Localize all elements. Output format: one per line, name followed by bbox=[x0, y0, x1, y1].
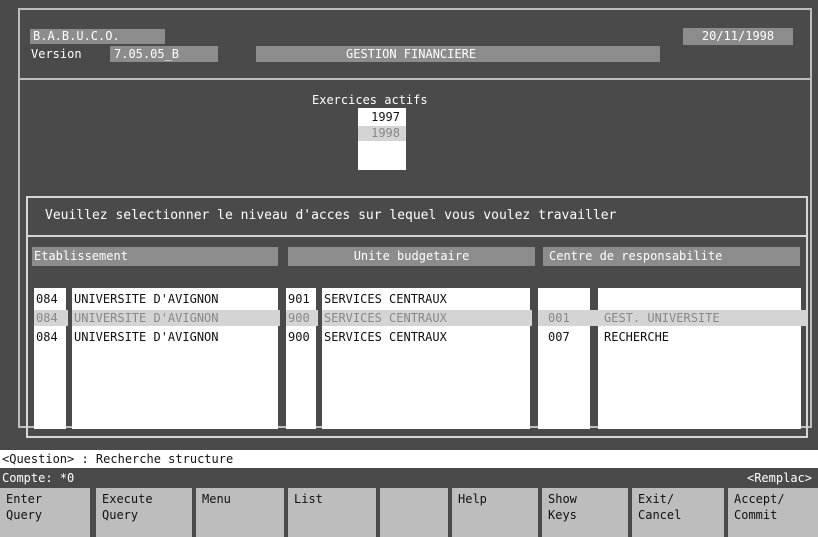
row-3-ub-code: 900 bbox=[288, 330, 310, 344]
row-2-etab-name: UNIVERSITE D'AVIGNON bbox=[72, 310, 280, 326]
enter-query-key[interactable]: Enter Query bbox=[0, 488, 90, 537]
show-keys-key[interactable]: Show Keys bbox=[542, 488, 628, 537]
column-header-etablissement: Etablissement bbox=[32, 247, 278, 266]
status-question-bar: <Question> : Recherche structure bbox=[0, 450, 818, 468]
access-divider bbox=[28, 235, 806, 237]
version-label: Version bbox=[31, 47, 82, 61]
list-key[interactable]: List bbox=[288, 488, 376, 537]
row-3-cr-code: 007 bbox=[548, 330, 570, 344]
help-key[interactable]: Help bbox=[452, 488, 538, 537]
row-2-etab-code: 084 bbox=[34, 310, 68, 326]
row-3-cr-name: RECHERCHE bbox=[604, 330, 670, 344]
exercices-list[interactable]: 1997 1998 bbox=[358, 108, 406, 170]
row-3-ub-name: SERVICES CENTRAUX bbox=[324, 330, 447, 344]
row-2-ub-code: 900 bbox=[286, 310, 318, 326]
exercice-1997[interactable]: 1997 bbox=[358, 110, 406, 125]
row-2-cr-code: 001 bbox=[538, 310, 600, 326]
version-field: 7.05.05_B bbox=[110, 46, 218, 62]
function-key-bar: Enter Query Execute Query Menu List Help S… bbox=[0, 488, 818, 537]
row-1-ub-code: 901 bbox=[288, 292, 310, 306]
header-divider bbox=[20, 78, 810, 80]
row-1-etab-name: UNIVERSITE D'AVIGNON bbox=[74, 292, 219, 306]
execute-query-key[interactable]: Execute Query bbox=[96, 488, 192, 537]
row-2-ub-name: SERVICES CENTRAUX bbox=[322, 310, 532, 326]
row-1-ub-name: SERVICES CENTRAUX bbox=[324, 292, 447, 306]
blank-key[interactable] bbox=[380, 488, 448, 537]
page-title: GESTION FINANCIERE bbox=[256, 46, 660, 62]
column-header-centre-responsabilite: Centre de responsabilite bbox=[543, 247, 800, 266]
exercice-1998[interactable]: 1998 bbox=[358, 126, 406, 141]
row-2-cr-name: GEST. UNIVERSITE bbox=[598, 310, 807, 326]
row-1-cr-name bbox=[598, 291, 807, 307]
date-field: 20/11/1998 bbox=[683, 28, 793, 45]
exit-cancel-key[interactable]: Exit/Cancel bbox=[632, 488, 724, 537]
row-1[interactable]: 084 UNIVERSITE D'AVIGNON 901 SERVICES CE… bbox=[34, 291, 801, 307]
app-name-field: B.A.B.U.C.O. bbox=[30, 29, 165, 44]
exercices-label: Exercices actifs bbox=[312, 93, 428, 107]
status-count: Compte: *0 bbox=[2, 471, 75, 485]
row-1-cr-code bbox=[538, 291, 600, 307]
row-3-etab-name: UNIVERSITE D'AVIGNON bbox=[74, 330, 219, 344]
menu-key[interactable]: Menu bbox=[196, 488, 284, 537]
access-prompt: Veuillez selectionner le niveau d'acces … bbox=[45, 208, 617, 223]
column-header-unite-budgetaire: Unite budgetaire bbox=[288, 247, 535, 266]
row-1-etab-code: 084 bbox=[36, 292, 58, 306]
row-2-selected[interactable]: 084 UNIVERSITE D'AVIGNON 900 SERVICES CE… bbox=[34, 310, 807, 326]
row-3-etab-code: 084 bbox=[36, 330, 58, 344]
accept-commit-key[interactable]: Accept/Commit bbox=[728, 488, 818, 537]
row-3[interactable]: 084 UNIVERSITE D'AVIGNON 900 SERVICES CE… bbox=[34, 329, 801, 345]
status-mode: <Remplac> bbox=[746, 471, 812, 485]
